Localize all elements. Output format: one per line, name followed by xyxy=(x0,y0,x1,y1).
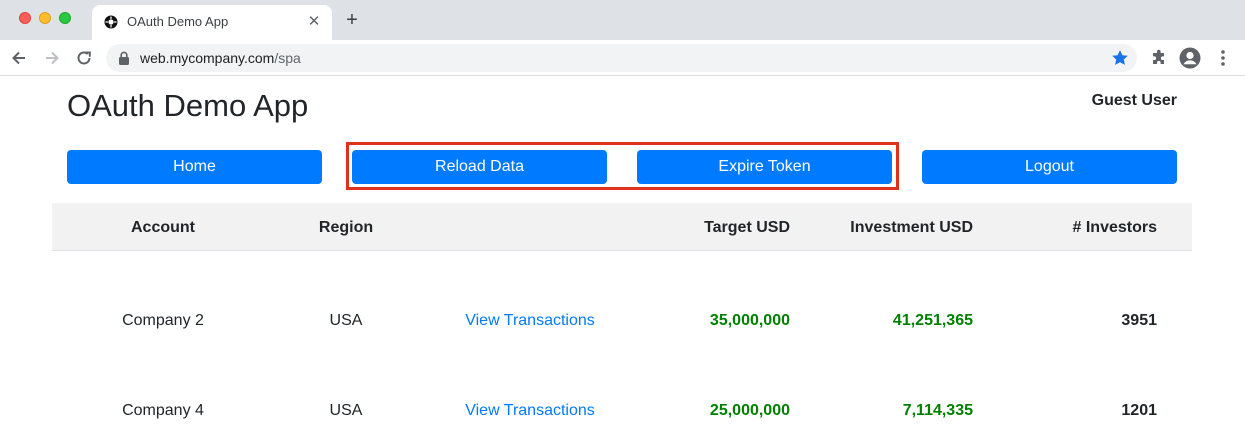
column-header-account: Account xyxy=(131,219,195,236)
cell-account: Company 4 xyxy=(122,402,204,419)
cell-account: Company 2 xyxy=(122,312,204,329)
window-minimize-button[interactable] xyxy=(39,12,51,24)
cell-region: USA xyxy=(329,312,363,329)
column-header-target-usd: Target USD xyxy=(704,219,790,236)
column-header-region: Region xyxy=(318,219,374,236)
back-icon[interactable] xyxy=(8,47,30,69)
reload-icon[interactable] xyxy=(73,47,95,69)
cell-investment-usd: 41,251,365 xyxy=(892,312,973,329)
close-tab-icon[interactable]: ✕ xyxy=(306,14,322,30)
table-row: Company 4 USA View Transactions 25,000,0… xyxy=(52,392,1192,429)
tab-title: OAuth Demo App xyxy=(127,14,229,29)
view-transactions-link[interactable]: View Transactions xyxy=(465,312,595,330)
star-icon[interactable] xyxy=(1110,48,1130,68)
forward-icon[interactable] xyxy=(41,47,63,69)
browser-toolbar: web.mycompany.com/spa xyxy=(0,40,1245,76)
url-text[interactable]: web.mycompany.com/spa xyxy=(140,50,301,66)
address-bar[interactable]: web.mycompany.com/spa xyxy=(106,44,1137,72)
window-close-button[interactable] xyxy=(19,12,31,24)
extensions-icon[interactable] xyxy=(1150,49,1168,67)
logout-button[interactable]: Logout xyxy=(922,150,1177,184)
url-path: /spa xyxy=(274,50,301,66)
column-header-investment-usd: Investment USD xyxy=(850,219,973,236)
favicon-icon xyxy=(104,15,118,29)
cell-target-usd: 35,000,000 xyxy=(709,312,790,329)
page-title: OAuth Demo App xyxy=(67,88,309,123)
column-header-investors: # Investors xyxy=(1072,219,1157,236)
highlight-box xyxy=(346,142,899,190)
table-header: Account Region Target USD Investment USD… xyxy=(52,203,1192,251)
user-name: Guest User xyxy=(1091,92,1177,109)
cell-investors: 1201 xyxy=(1121,402,1157,419)
browser-tab[interactable]: OAuth Demo App ✕ xyxy=(92,5,332,40)
new-tab-button[interactable]: + xyxy=(342,10,362,30)
menu-icon[interactable] xyxy=(1215,48,1231,68)
cell-region: USA xyxy=(329,402,363,419)
window-maximize-button[interactable] xyxy=(59,12,71,24)
cell-investors: 3951 xyxy=(1121,312,1157,329)
home-button[interactable]: Home xyxy=(67,150,322,184)
cell-target-usd: 25,000,000 xyxy=(709,402,790,419)
url-host: web.mycompany.com xyxy=(140,50,275,66)
browser-tab-strip: OAuth Demo App ✕ + xyxy=(0,0,1245,40)
view-transactions-link[interactable]: View Transactions xyxy=(465,402,595,420)
profile-icon[interactable] xyxy=(1179,47,1201,69)
cell-investment-usd: 7,114,335 xyxy=(902,402,973,419)
table-row: Company 2 USA View Transactions 35,000,0… xyxy=(52,302,1192,342)
lock-icon[interactable] xyxy=(118,51,130,65)
